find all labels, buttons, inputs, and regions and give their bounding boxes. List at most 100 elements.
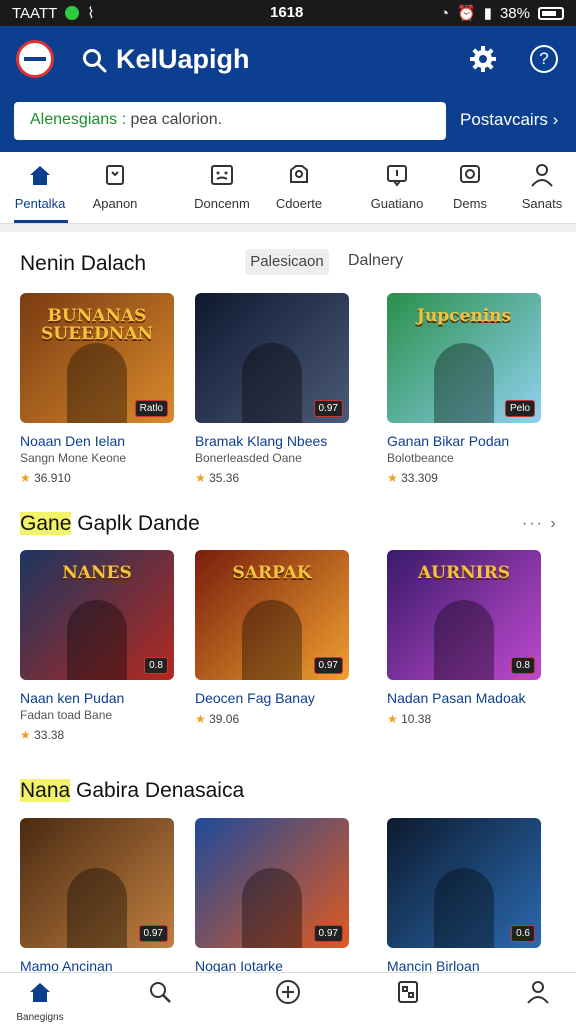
rating-value: 39.06 <box>209 712 240 726</box>
add-circle-icon <box>276 980 300 1004</box>
presets-link[interactable]: Postavcairs › <box>460 110 558 130</box>
game-thumbnail[interactable]: 0.6 <box>387 818 541 948</box>
cell-signal-icon: ▮ <box>483 5 492 22</box>
game-thumbnail[interactable]: 0.97 <box>195 293 349 423</box>
tab-4[interactable]: Guatiano <box>357 162 437 211</box>
character-figure <box>242 868 302 948</box>
game-title[interactable]: Ganan Bikar Podan <box>387 433 557 449</box>
game-thumbnail[interactable]: 0.97 <box>20 818 174 948</box>
character-figure <box>67 343 127 423</box>
tab-0[interactable]: Pentalka <box>0 162 80 211</box>
search-query-keyword: Alenesgians : <box>30 111 127 128</box>
star-icon: ★ <box>195 712 210 726</box>
game-card[interactable]: 0.6 Mancin Birloan <box>387 818 557 974</box>
bottom-nav-label: Banegigns <box>16 1012 64 1023</box>
gamepad-icon <box>211 165 233 185</box>
game-rating: ★ 33.38 <box>20 728 190 742</box>
filter-chip[interactable]: Palesicaon <box>245 249 329 275</box>
thumbnail-badge: 0.8 <box>511 657 535 674</box>
tab-label: Pentalka <box>14 196 66 211</box>
alarm-icon: ⏰ <box>457 5 476 22</box>
game-card[interactable]: AURNIRS 0.8 Nadan Pasan Madoak ★ 10.38 <box>387 550 557 726</box>
star-icon: ★ <box>195 471 210 485</box>
thumbnail-badge: 0.6 <box>511 925 535 942</box>
game-rating: ★ 35.36 <box>195 471 365 485</box>
game-thumbnail[interactable]: AURNIRS 0.8 <box>387 550 541 680</box>
tab-label: Doncenm <box>194 196 250 211</box>
game-logo-text: NANES <box>62 563 132 583</box>
star-icon: ★ <box>387 712 402 726</box>
game-thumbnail[interactable]: 0.97 <box>195 818 349 948</box>
filter-chip[interactable]: Dalnery <box>348 252 403 270</box>
bottom-nav-search[interactable] <box>130 979 190 1010</box>
puzzle-icon <box>290 165 308 183</box>
home-icon <box>30 983 50 1002</box>
thumbnail-badge: 0.97 <box>313 400 343 417</box>
game-logo-text: AURNIRS <box>417 563 511 583</box>
game-title[interactable]: Deocen Fag Banay <box>195 690 365 706</box>
star-icon: ★ <box>20 728 35 742</box>
game-title[interactable]: Nadan Pasan Madoak <box>387 690 557 706</box>
carrier-label: TAATT <box>12 4 58 22</box>
section-title-text: Nenin Dalach <box>20 252 147 275</box>
game-logo-text: Jupcenins <box>416 306 512 326</box>
rating-value: 10.38 <box>401 712 432 726</box>
active-tab-indicator <box>14 220 68 223</box>
see-more-link[interactable]: ··· › <box>522 515 558 533</box>
search-input[interactable]: Alenesgians : pea calorion. <box>14 102 446 140</box>
game-thumbnail[interactable]: NANES 0.8 <box>20 550 174 680</box>
game-card[interactable]: BUNANAS SUEEDNAN Ratlo Noaan Den Ielan Sang… <box>20 293 190 485</box>
game-thumbnail[interactable]: SARPAK 0.97 <box>195 550 349 680</box>
thumbnail-badge: Pelo <box>504 400 535 417</box>
battery-percent: 38% <box>499 4 530 22</box>
library-icon <box>398 981 418 1003</box>
thumbnail-badge: 0.97 <box>313 657 343 674</box>
tab-label: Dems <box>453 196 487 211</box>
game-rating: ★ 36.910 <box>20 471 190 485</box>
app-bar: KelUapigh ? Alenesgians : pea calorion. … <box>0 26 576 152</box>
game-title[interactable]: Naan ken Pudan <box>20 690 190 706</box>
section-title: Gane Gaplk Dande <box>20 512 200 536</box>
game-thumbnail[interactable]: BUNANAS SUEEDNAN Ratlo <box>20 293 174 423</box>
game-card[interactable]: 0.97 Nogan Iotarke <box>195 818 365 974</box>
game-card[interactable]: NANES 0.8 Naan ken Pudan Fadan toad Bane ★ 3… <box>20 550 190 742</box>
app-logo-icon[interactable] <box>16 40 54 78</box>
game-card[interactable]: SARPAK 0.97 Deocen Fag Banay ★ 39.06 <box>195 550 365 726</box>
game-card[interactable]: 0.97 Bramak Klang Nbees Bonerleasded Oane ★… <box>195 293 365 485</box>
status-bar: TAATT ⌇ 1618 ◔ ⏰ ▮ 38% <box>0 0 576 26</box>
game-title[interactable]: Noaan Den Ielan <box>20 433 190 449</box>
game-card[interactable]: 0.97 Mamo Ancinan <box>20 818 190 974</box>
tab-label: Guatiano <box>370 196 424 211</box>
tab-3[interactable]: Cdoerte <box>259 162 339 211</box>
rating-value: 36.910 <box>34 471 71 485</box>
game-rating: ★ 33.309 <box>387 471 557 485</box>
section-title: Nenin Dalach <box>20 252 146 276</box>
help-icon[interactable]: ? <box>530 45 558 73</box>
star-icon: ★ <box>20 471 35 485</box>
game-logo-text: SARPAK <box>232 563 312 583</box>
bottom-nav-home[interactable]: Banegigns <box>10 979 70 1023</box>
tab-2[interactable]: Doncenm <box>182 162 262 211</box>
game-rating: ★ 10.38 <box>387 712 557 726</box>
monitor-icon <box>460 165 480 183</box>
game-title[interactable]: Bramak Klang Nbees <box>195 433 365 449</box>
clock: 1618 <box>270 4 304 21</box>
bottom-nav-add-circle[interactable] <box>258 979 318 1010</box>
gear-icon[interactable] <box>468 44 498 74</box>
wifi-icon: ◔ <box>439 4 450 22</box>
rating-value: 33.38 <box>34 728 65 742</box>
section-title-highlight: Nana <box>20 779 71 802</box>
tab-1[interactable]: Apanon <box>75 162 155 211</box>
tab-6[interactable]: Sanats <box>502 162 576 211</box>
character-figure <box>242 343 302 423</box>
home-icon <box>30 166 50 185</box>
game-subtitle: Bolotbeance <box>387 451 454 465</box>
game-thumbnail[interactable]: Jupcenins Pelo <box>387 293 541 423</box>
search-icon[interactable] <box>82 48 108 74</box>
bottom-nav-library[interactable] <box>378 979 438 1010</box>
game-card[interactable]: Jupcenins Pelo Ganan Bikar Podan Bolotbeanc… <box>387 293 557 485</box>
character-figure <box>434 600 494 680</box>
tab-5[interactable]: Dems <box>430 162 510 211</box>
tag-icon <box>106 165 124 185</box>
bottom-nav-profile[interactable] <box>508 979 568 1010</box>
